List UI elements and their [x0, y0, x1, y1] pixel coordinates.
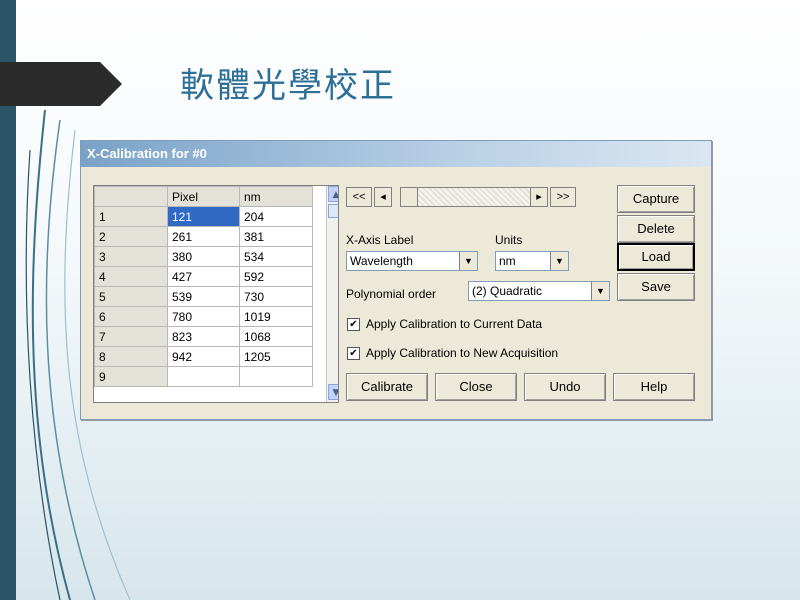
x-axis-label-value: Wavelength: [350, 254, 413, 268]
row-header[interactable]: 1: [94, 206, 168, 227]
grid-scrollbar[interactable]: ▲ ▼: [326, 186, 338, 402]
polynomial-order-select[interactable]: (2) Quadratic ▼: [468, 281, 610, 301]
table-row[interactable]: 9: [94, 366, 313, 387]
table-row[interactable]: 1 121 204: [94, 206, 313, 227]
column-header-nm[interactable]: nm: [239, 186, 313, 207]
scroll-thumb[interactable]: [328, 204, 338, 218]
table-row[interactable]: 8 942 1205: [94, 346, 313, 367]
close-button[interactable]: Close: [435, 373, 517, 401]
table-row[interactable]: 4 427 592: [94, 266, 313, 287]
navigator-thumb[interactable]: [400, 187, 418, 207]
nm-cell[interactable]: 534: [239, 246, 313, 267]
checkmark-icon[interactable]: ✔: [347, 347, 360, 361]
grid-corner: [94, 186, 168, 207]
polynomial-order-value: (2) Quadratic: [472, 284, 543, 298]
navigator-track[interactable]: [400, 187, 530, 207]
delete-button[interactable]: Delete: [617, 215, 695, 243]
checkmark-icon[interactable]: ✔: [347, 318, 360, 332]
nm-cell[interactable]: 204: [239, 206, 313, 227]
table-row[interactable]: 7 823 1068: [94, 326, 313, 347]
pixel-cell[interactable]: [167, 366, 240, 387]
pixel-cell[interactable]: 121: [167, 206, 240, 227]
row-header[interactable]: 6: [94, 306, 168, 327]
row-header[interactable]: 9: [94, 366, 168, 387]
title-arrow-tab: [0, 62, 122, 106]
apply-new-label: Apply Calibration to New Acquisition: [366, 346, 559, 360]
units-value: nm: [499, 254, 516, 268]
scroll-up-icon[interactable]: ▲: [328, 186, 338, 202]
chevron-down-icon[interactable]: ▼: [550, 252, 568, 270]
row-header[interactable]: 8: [94, 346, 168, 367]
calibration-grid[interactable]: Pixel nm 1 121 204 2 261 381 3 380 534 4 427 592 5 53…: [93, 185, 339, 403]
table-row[interactable]: 3 380 534: [94, 246, 313, 267]
table-row[interactable]: 5 539 730: [94, 286, 313, 307]
row-header[interactable]: 4: [94, 266, 168, 287]
table-row[interactable]: 2 261 381: [94, 226, 313, 247]
pixel-cell[interactable]: 261: [167, 226, 240, 247]
apply-current-label: Apply Calibration to Current Data: [366, 317, 543, 331]
chevron-down-icon[interactable]: ▼: [459, 252, 477, 270]
point-navigator[interactable]: << ◂ ▸ >>: [346, 187, 576, 207]
nm-cell[interactable]: 1068: [239, 326, 313, 347]
apply-new-checkbox[interactable]: ✔ Apply Calibration to New Acquisition: [347, 346, 559, 361]
slide-title: 軟體光學校正: [180, 66, 396, 106]
undo-button[interactable]: Undo: [524, 373, 606, 401]
x-axis-label-caption: X-Axis Label: [346, 233, 414, 247]
pixel-cell[interactable]: 942: [167, 346, 240, 367]
nm-cell[interactable]: 592: [239, 266, 313, 287]
row-header[interactable]: 3: [94, 246, 168, 267]
nm-cell[interactable]: [239, 366, 313, 387]
pixel-cell[interactable]: 823: [167, 326, 240, 347]
help-button[interactable]: Help: [613, 373, 695, 401]
row-header[interactable]: 5: [94, 286, 168, 307]
apply-current-checkbox[interactable]: ✔ Apply Calibration to Current Data: [347, 317, 543, 332]
polynomial-order-caption: Polynomial order: [346, 287, 437, 301]
pixel-cell[interactable]: 539: [167, 286, 240, 307]
x-axis-label-select[interactable]: Wavelength ▼: [346, 251, 478, 271]
x-calibration-dialog: X-Calibration for #0 Pixel nm 1 121 204 2 26…: [80, 140, 712, 420]
calibrate-button[interactable]: Calibrate: [346, 373, 428, 401]
nm-cell[interactable]: 381: [239, 226, 313, 247]
load-button[interactable]: Load: [617, 243, 695, 271]
row-header[interactable]: 7: [94, 326, 168, 347]
save-button[interactable]: Save: [617, 273, 695, 301]
units-caption: Units: [495, 233, 523, 247]
last-point-button[interactable]: >>: [550, 187, 576, 207]
first-point-button[interactable]: <<: [346, 187, 372, 207]
column-header-pixel[interactable]: Pixel: [167, 186, 240, 207]
chevron-down-icon[interactable]: ▼: [591, 282, 609, 300]
units-select[interactable]: nm ▼: [495, 251, 569, 271]
scroll-down-icon[interactable]: ▼: [328, 384, 338, 400]
pixel-cell[interactable]: 427: [167, 266, 240, 287]
nm-cell[interactable]: 1205: [239, 346, 313, 367]
row-header[interactable]: 2: [94, 226, 168, 247]
dialog-title: X-Calibration for #0: [81, 141, 711, 167]
nm-cell[interactable]: 1019: [239, 306, 313, 327]
next-point-button[interactable]: ▸: [530, 187, 548, 207]
nm-cell[interactable]: 730: [239, 286, 313, 307]
table-row[interactable]: 6 780 1019: [94, 306, 313, 327]
pixel-cell[interactable]: 780: [167, 306, 240, 327]
capture-button[interactable]: Capture: [617, 185, 695, 213]
pixel-cell[interactable]: 380: [167, 246, 240, 267]
prev-point-button[interactable]: ◂: [374, 187, 392, 207]
